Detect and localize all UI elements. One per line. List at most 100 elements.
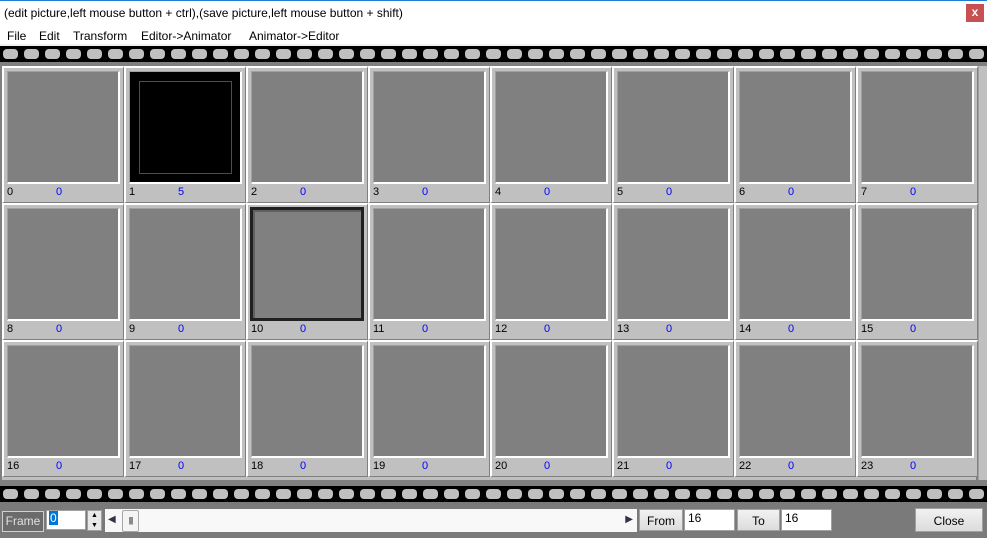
frame-thumbnail[interactable] xyxy=(495,71,608,184)
frame-cell[interactable]: 60 xyxy=(734,66,856,203)
spin-up-icon[interactable]: ▲ xyxy=(88,511,101,521)
frame-thumbnail[interactable] xyxy=(251,71,364,184)
film-hole xyxy=(738,489,753,499)
film-hole xyxy=(591,49,606,59)
frame-cell[interactable]: 30 xyxy=(368,66,490,203)
window-close-button[interactable]: x xyxy=(966,4,984,22)
vertical-scrollbar[interactable] xyxy=(978,66,987,480)
close-button[interactable]: Close xyxy=(915,508,983,532)
scroll-thumb[interactable]: |||| xyxy=(122,510,139,532)
menu-animator-to-editor[interactable]: Animator->Editor xyxy=(249,29,339,43)
menu-file[interactable]: File xyxy=(7,29,26,43)
film-hole xyxy=(927,489,942,499)
frame-cell[interactable]: 15 0 xyxy=(856,203,978,340)
menu-edit[interactable]: Edit xyxy=(39,29,60,43)
frame-thumbnail[interactable] xyxy=(250,207,364,321)
frame-cell[interactable]: 22 0 xyxy=(734,340,856,477)
film-hole xyxy=(213,49,228,59)
frame-thumbnail[interactable] xyxy=(861,208,974,321)
frame-thumbnail[interactable] xyxy=(7,208,120,321)
frame-index: 4 xyxy=(495,186,502,198)
menu-transform[interactable]: Transform xyxy=(73,29,127,43)
film-hole xyxy=(549,49,564,59)
frame-thumbnail[interactable] xyxy=(861,71,974,184)
frame-value: 0 xyxy=(300,186,307,198)
frame-value: 0 xyxy=(178,323,185,335)
frame-thumbnail[interactable] xyxy=(373,71,486,184)
frame-thumbnail[interactable] xyxy=(7,345,120,458)
frame-thumbnail[interactable] xyxy=(495,345,608,458)
film-hole xyxy=(87,489,102,499)
film-hole xyxy=(213,489,228,499)
frame-spinner[interactable]: ▲ ▼ xyxy=(87,510,102,531)
frame-thumbnail[interactable] xyxy=(129,71,242,184)
film-hole xyxy=(234,49,249,59)
film-hole xyxy=(45,489,60,499)
scroll-left-icon[interactable]: ◀ xyxy=(108,514,116,525)
to-input[interactable]: 16 xyxy=(781,509,832,531)
frame-thumbnail[interactable] xyxy=(617,71,730,184)
frame-cell[interactable]: 12 0 xyxy=(490,203,612,340)
frame-cell[interactable]: 40 xyxy=(490,66,612,203)
frame-cell[interactable]: 23 0 xyxy=(856,340,978,477)
menu-editor-to-animator[interactable]: Editor->Animator xyxy=(141,29,231,43)
scroll-right-icon[interactable]: ▶ xyxy=(625,514,633,525)
frame-cell[interactable]: 17 0 xyxy=(124,340,246,477)
frame-thumbnail[interactable] xyxy=(495,208,608,321)
frame-cell[interactable]: 70 xyxy=(856,66,978,203)
frame-cell[interactable]: 20 xyxy=(246,66,368,203)
frame-number-input[interactable]: 0 xyxy=(46,510,86,530)
frame-scrollbar[interactable]: ◀ |||| ▶ xyxy=(105,509,637,532)
frame-index: 23 xyxy=(861,460,874,472)
film-hole xyxy=(654,49,669,59)
frame-thumbnail[interactable] xyxy=(861,345,974,458)
frame-thumbnail[interactable] xyxy=(7,71,120,184)
frame-cell[interactable]: 00 xyxy=(2,66,124,203)
frame-thumbnail[interactable] xyxy=(739,345,852,458)
frame-index: 15 xyxy=(861,323,874,335)
frame-index: 3 xyxy=(373,186,380,198)
frame-thumbnail[interactable] xyxy=(373,345,486,458)
film-hole xyxy=(822,49,837,59)
frame-cell[interactable]: 16 0 xyxy=(2,340,124,477)
frame-value: 0 xyxy=(56,186,63,198)
film-hole xyxy=(969,49,984,59)
frame-thumbnail[interactable] xyxy=(373,208,486,321)
frame-label: Frame xyxy=(2,511,44,532)
to-button[interactable]: To xyxy=(737,509,780,531)
frame-thumbnail[interactable] xyxy=(739,208,852,321)
frame-cell[interactable]: 19 0 xyxy=(368,340,490,477)
film-hole xyxy=(969,489,984,499)
film-hole xyxy=(339,49,354,59)
film-hole xyxy=(507,489,522,499)
frame-thumbnail[interactable] xyxy=(617,208,730,321)
spin-down-icon[interactable]: ▼ xyxy=(88,521,101,531)
frame-thumbnail[interactable] xyxy=(129,345,242,458)
frame-index: 14 xyxy=(739,323,752,335)
frame-cell[interactable]: 10 0 xyxy=(246,203,368,340)
frame-thumbnail[interactable] xyxy=(739,71,852,184)
film-hole xyxy=(528,49,543,59)
frame-thumbnail[interactable] xyxy=(251,345,364,458)
frame-value: 0 xyxy=(300,323,307,335)
film-hole xyxy=(255,49,270,59)
frame-cell[interactable]: 21 0 xyxy=(612,340,734,477)
frame-cell[interactable]: 14 0 xyxy=(734,203,856,340)
film-hole xyxy=(234,489,249,499)
frame-index: 8 xyxy=(7,323,14,335)
frame-value: 0 xyxy=(178,460,185,472)
frame-cell[interactable]: 50 xyxy=(612,66,734,203)
from-input[interactable]: 16 xyxy=(684,509,735,531)
frame-cell[interactable]: 13 0 xyxy=(612,203,734,340)
frame-value: 0 xyxy=(300,460,307,472)
frame-cell[interactable]: 20 0 xyxy=(490,340,612,477)
frame-thumbnail[interactable] xyxy=(129,208,242,321)
from-button[interactable]: From xyxy=(639,509,683,531)
frame-cell[interactable]: 18 0 xyxy=(246,340,368,477)
frame-cell[interactable]: 80 xyxy=(2,203,124,340)
frame-cell[interactable]: 90 xyxy=(124,203,246,340)
frame-thumbnail[interactable] xyxy=(617,345,730,458)
frame-cell[interactable]: 15 xyxy=(124,66,246,203)
frame-cell[interactable]: 11 0 xyxy=(368,203,490,340)
film-hole xyxy=(885,489,900,499)
